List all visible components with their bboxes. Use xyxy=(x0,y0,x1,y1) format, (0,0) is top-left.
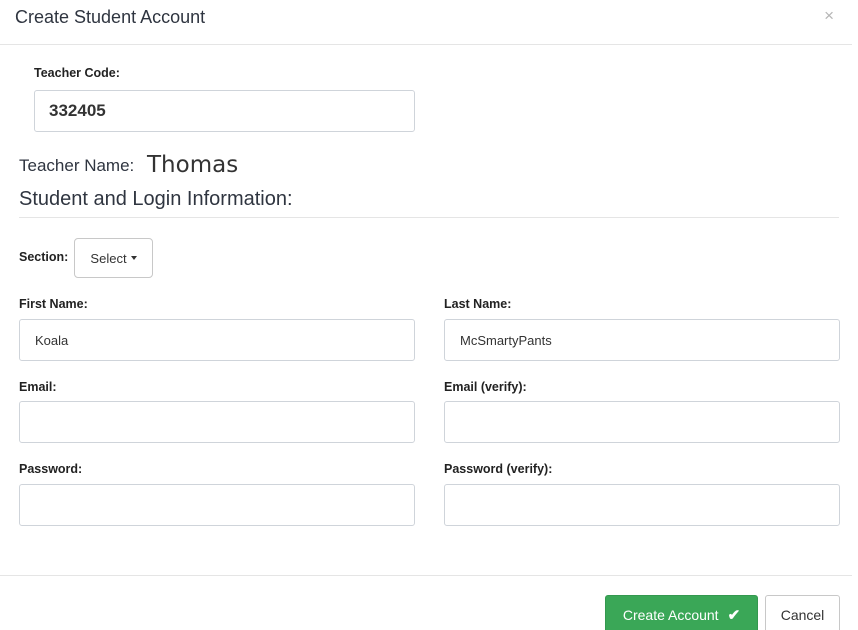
teacher-code-label: Teacher Code: xyxy=(34,66,120,80)
password-input[interactable] xyxy=(19,484,415,526)
email-input[interactable] xyxy=(19,401,415,443)
teacher-code-input[interactable] xyxy=(34,90,415,132)
create-account-label: Create Account xyxy=(622,607,719,623)
section-select-value: Select xyxy=(90,250,127,266)
password-verify-label: Password (verify): xyxy=(444,462,553,476)
create-student-modal: Create Student Account × Teacher Code: T… xyxy=(0,0,858,630)
section-divider xyxy=(19,217,839,218)
cancel-button[interactable]: Cancel xyxy=(765,595,840,630)
password-label: Password: xyxy=(19,462,83,476)
email-verify-label: Email (verify): xyxy=(444,380,527,394)
password-verify-input[interactable] xyxy=(444,484,840,526)
last-name-label: Last Name: xyxy=(444,297,512,311)
create-account-button[interactable]: Create Account ✔ xyxy=(605,595,758,630)
email-verify-input[interactable] xyxy=(444,401,840,443)
footer-divider xyxy=(0,575,852,576)
first-name-label: First Name: xyxy=(19,297,88,311)
close-icon[interactable]: × xyxy=(824,6,834,26)
teacher-name-value: Thomas xyxy=(147,152,239,178)
modal-title: Create Student Account xyxy=(15,7,206,27)
teacher-name-label: Teacher Name: xyxy=(19,156,135,175)
last-name-input[interactable] xyxy=(444,319,840,361)
student-login-heading: Student and Login Information: xyxy=(19,188,293,210)
section-label: Section: xyxy=(19,250,69,264)
checkmark-icon: ✔ xyxy=(727,607,741,624)
first-name-input[interactable] xyxy=(19,319,415,361)
caret-down-icon xyxy=(130,256,137,260)
section-select-dropdown[interactable]: Select xyxy=(74,238,153,278)
modal-header: Create Student Account × xyxy=(0,0,852,45)
email-label: Email: xyxy=(19,380,57,394)
